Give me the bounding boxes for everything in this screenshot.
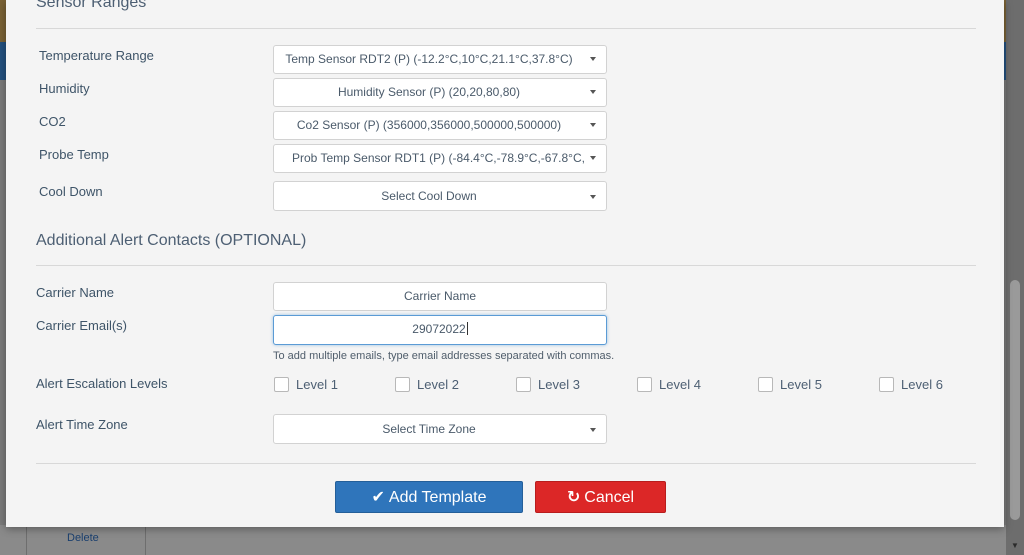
caret-down-icon [590, 57, 596, 61]
carrier-email-input[interactable]: 29072022 [273, 315, 607, 345]
carrier-name-input[interactable]: Carrier Name [273, 282, 607, 311]
escalation-levels-label: Alert Escalation Levels [36, 376, 168, 391]
add-template-button[interactable]: ✔ Add Template [335, 481, 523, 513]
carrier-email-label: Carrier Email(s) [36, 318, 127, 333]
caret-down-icon [590, 428, 596, 432]
divider [36, 265, 976, 266]
co2-label: CO2 [39, 114, 66, 129]
checkbox[interactable] [395, 377, 410, 392]
time-zone-select[interactable]: Select Time Zone [273, 414, 607, 444]
probe-temp-select[interactable]: Prob Temp Sensor RDT1 (P) (-84.4°C,-78.9… [273, 144, 607, 173]
caret-down-icon [590, 195, 596, 199]
additional-contacts-title: Additional Alert Contacts (OPTIONAL) [36, 232, 307, 249]
checkbox[interactable] [879, 377, 894, 392]
check-icon: ✔ [371, 489, 385, 506]
scroll-down-arrow-icon[interactable]: ▼ [1010, 541, 1020, 551]
caret-down-icon [590, 156, 596, 160]
add-template-modal: Sensor Ranges Temperature Range Temp Sen… [6, 0, 1004, 527]
divider [36, 28, 976, 29]
checkbox[interactable] [274, 377, 289, 392]
humidity-select[interactable]: Humidity Sensor (P) (20,20,80,80) [273, 78, 607, 107]
cool-down-select[interactable]: Select Cool Down [273, 181, 607, 211]
cool-down-label: Cool Down [39, 184, 103, 199]
sensor-ranges-title: Sensor Ranges [36, 0, 147, 11]
scrollbar-thumb[interactable] [1010, 280, 1020, 520]
carrier-name-label: Carrier Name [36, 285, 115, 300]
checkbox[interactable] [637, 377, 652, 392]
refresh-icon: ↻ [566, 489, 581, 506]
carrier-email-value: 29072022 [412, 322, 466, 336]
time-zone-label: Alert Time Zone [36, 417, 128, 432]
text-cursor [466, 322, 468, 335]
temperature-range-select[interactable]: Temp Sensor RDT2 (P) (-12.2°C,10°C,21.1°… [273, 45, 607, 74]
page-scrollbar[interactable]: ▼ [1006, 0, 1024, 555]
co2-select[interactable]: Co2 Sensor (P) (356000,356000,500000,500… [273, 111, 607, 140]
carrier-email-helper: To add multiple emails, type email addre… [273, 350, 615, 362]
cancel-button[interactable]: ↻ Cancel [535, 481, 666, 513]
checkbox[interactable] [758, 377, 773, 392]
temperature-range-label: Temperature Range [39, 48, 154, 63]
humidity-label: Humidity [39, 81, 90, 96]
checkbox[interactable] [516, 377, 531, 392]
caret-down-icon [590, 90, 596, 94]
probe-temp-label: Probe Temp [39, 147, 109, 162]
delete-link: Delete [67, 532, 99, 544]
background-table-row [0, 525, 1006, 555]
caret-down-icon [590, 123, 596, 127]
divider [36, 463, 976, 464]
